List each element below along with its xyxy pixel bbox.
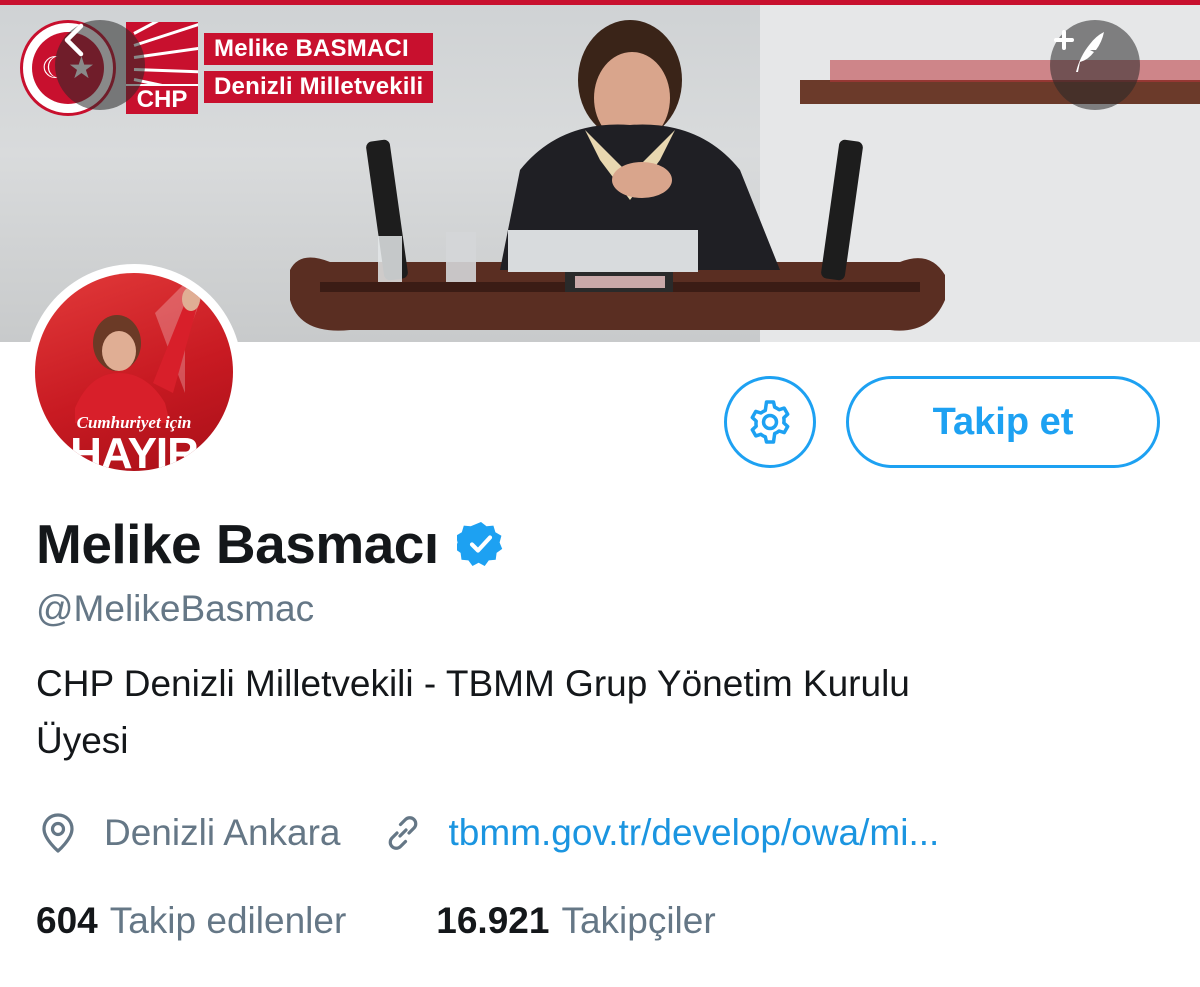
website-link[interactable]: tbmm.gov.tr/develop/owa/mi... bbox=[381, 811, 940, 855]
avatar-image: Cumhuriyet için HAYIR bbox=[35, 273, 233, 471]
profile-avatar[interactable]: Cumhuriyet için HAYIR bbox=[26, 264, 242, 480]
banner-logo-title: Denizli Milletvekili bbox=[204, 71, 434, 103]
following-label: Takip edilenler bbox=[109, 900, 347, 941]
user-handle: @MelikeBasmac bbox=[36, 588, 315, 629]
back-button[interactable] bbox=[55, 20, 145, 110]
chevron-left-icon bbox=[64, 23, 84, 57]
follow-button[interactable]: Takip et bbox=[846, 376, 1160, 468]
compose-feather-icon bbox=[1054, 30, 1104, 72]
profile-settings-button[interactable] bbox=[724, 376, 816, 468]
banner-logo-name: Melike BASMACI bbox=[204, 33, 434, 65]
website-url[interactable]: tbmm.gov.tr/develop/owa/mi... bbox=[449, 812, 940, 854]
bio-line: Üyesi bbox=[36, 720, 129, 761]
following-count: 604 bbox=[36, 900, 98, 941]
compose-tweet-button[interactable] bbox=[1050, 20, 1140, 110]
follow-stats: 604 Takip edilenler 16.921 Takipçiler bbox=[36, 893, 716, 949]
following-stat[interactable]: 604 Takip edilenler bbox=[36, 900, 346, 942]
location-text: Denizli Ankara bbox=[104, 812, 341, 853]
location-item: Denizli Ankara bbox=[36, 811, 341, 855]
display-name: Melike Basmacı bbox=[36, 513, 439, 575]
profile-meta: Denizli Ankara tbmm.gov.tr/develop/owa/m… bbox=[36, 805, 939, 861]
banner-top-stripe bbox=[0, 0, 1200, 5]
bio-line: CHP Denizli Milletvekili - TBMM Grup Yön… bbox=[36, 663, 910, 704]
profile-name-row: Melike Basmacı bbox=[36, 508, 505, 580]
verified-badge-icon bbox=[456, 522, 502, 566]
followers-stat[interactable]: 16.921 Takipçiler bbox=[436, 900, 715, 942]
link-icon bbox=[388, 816, 417, 850]
avatar-title: HAYIR bbox=[70, 429, 199, 471]
followers-label: Takipçiler bbox=[561, 900, 716, 941]
gear-icon bbox=[750, 400, 790, 444]
profile-bio: CHP Denizli Milletvekili - TBMM Grup Yön… bbox=[36, 655, 1136, 769]
followers-count: 16.921 bbox=[436, 900, 550, 941]
location-pin-icon bbox=[42, 813, 74, 853]
banner-logo-text: Melike BASMACI Denizli Milletvekili bbox=[204, 33, 434, 103]
